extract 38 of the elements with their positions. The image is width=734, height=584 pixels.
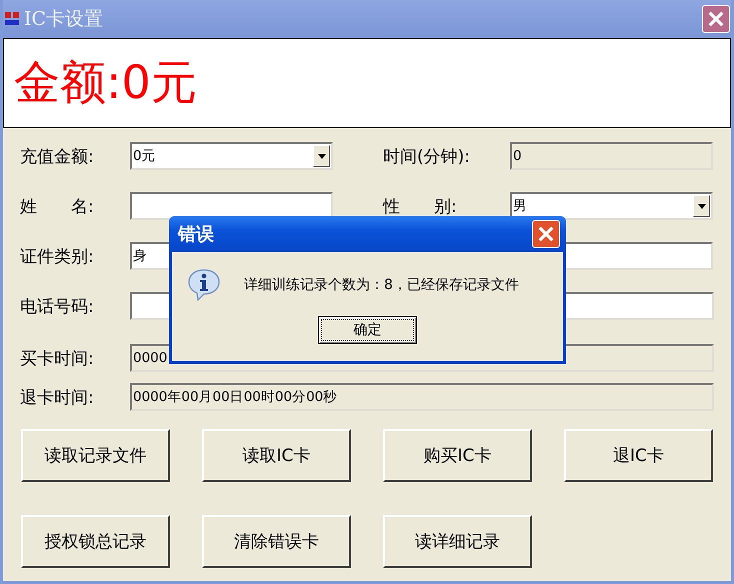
amount-display: 金额:0元 (14, 54, 197, 111)
dialog-message: 详细训练记录个数为：8，已经保存记录文件 (244, 276, 519, 294)
field-value: 0元 (133, 147, 157, 165)
field-value: 0000年00月00日00时00分00秒 (133, 388, 338, 406)
dropdown-field[interactable]: 0元 (130, 142, 333, 170)
action-button[interactable]: 读取记录文件 (21, 429, 170, 482)
field-label: 充值金额: (20, 146, 95, 168)
dropdown-button[interactable] (693, 195, 710, 217)
close-button[interactable] (702, 5, 730, 33)
action-button[interactable]: 读详细记录 (383, 515, 532, 568)
field-value: 身 (133, 247, 148, 265)
action-button[interactable]: 清除错误卡 (202, 515, 351, 568)
close-icon (707, 10, 725, 28)
field-label: 买卡时间: (20, 348, 95, 370)
field-label: 证件类别: (20, 246, 95, 268)
field-label: 姓 名: (20, 196, 95, 218)
caret-icon (318, 154, 326, 158)
field-value: 0 (513, 148, 523, 164)
action-button[interactable]: 授权锁总记录 (21, 515, 170, 568)
info-icon (187, 268, 221, 302)
close-icon (537, 225, 555, 243)
window-title: IC卡设置 (24, 7, 104, 32)
dialog-title: 错误 (178, 223, 215, 246)
caret-icon (698, 204, 706, 208)
action-button[interactable]: 购买IC卡 (383, 429, 532, 482)
field-label: 时间(分钟): (383, 146, 471, 168)
app-icon (4, 11, 20, 27)
field-label: 电话号码: (20, 296, 95, 318)
close-button[interactable] (532, 220, 560, 248)
field-label: 性 别: (383, 196, 458, 218)
dropdown-field[interactable]: 男 (510, 192, 713, 220)
field-value: 0000 (133, 350, 168, 366)
field-label: 退卡时间: (20, 386, 95, 408)
ok-button[interactable]: 确定 (318, 316, 417, 344)
action-button[interactable]: 退IC卡 (564, 429, 713, 482)
dropdown-button[interactable] (313, 145, 330, 167)
action-button[interactable]: 读取IC卡 (202, 429, 351, 482)
field-value: 男 (513, 197, 528, 215)
